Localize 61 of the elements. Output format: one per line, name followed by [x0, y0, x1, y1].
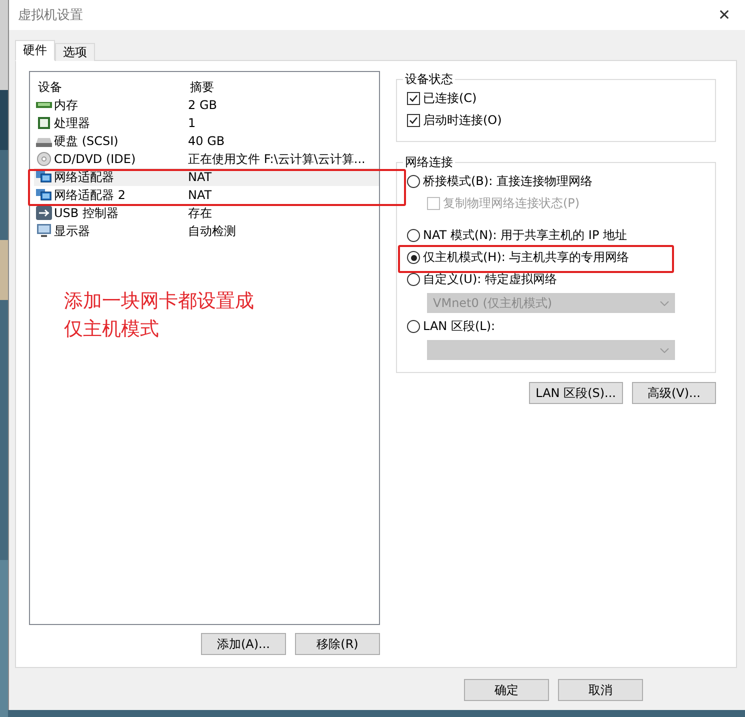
network-button[interactable]: 高级(V)... [632, 382, 716, 404]
chevron-icon [660, 348, 669, 352]
device-row[interactable]: CD/DVD (IDE) 正在使用文件 F:\云计算\云计算... [34, 150, 379, 168]
window-title: 虚拟机设置 [18, 7, 83, 24]
device-summary: 1 [188, 116, 196, 130]
usb-icon [36, 206, 52, 220]
list-button[interactable]: 添加(A)... [201, 633, 286, 655]
radio-label: NAT 模式(N): 用于共享主机的 IP 地址 [423, 227, 627, 244]
network-icon [36, 188, 52, 202]
radio-label: 自定义(U): 特定虚拟网络 [423, 271, 558, 288]
radio-button[interactable] [407, 273, 420, 286]
close-button[interactable]: ✕ [714, 6, 735, 24]
device-row[interactable]: 处理器 1 [34, 114, 379, 132]
disc-icon [36, 152, 52, 166]
annotation-note: 添加一块网卡都设置成 仅主机模式 [64, 289, 254, 342]
list-button[interactable]: 移除(R) [295, 633, 380, 655]
tab[interactable]: 选项 [55, 43, 95, 61]
network-icon [36, 170, 52, 184]
device-summary: 2 GB [188, 98, 217, 112]
device-summary: 40 GB [188, 134, 225, 148]
device-name: USB 控制器 [54, 204, 118, 222]
device-row[interactable]: 内存 2 GB [34, 96, 379, 114]
group-title: 网络连接 [404, 154, 454, 171]
device-name: 网络适配器 2 [54, 186, 126, 204]
device-summary: 存在 [188, 204, 212, 222]
radio-button[interactable] [407, 229, 420, 242]
column-header: 设备 [37, 78, 63, 96]
device-summary: NAT [188, 170, 212, 184]
radio-label: 桥接模式(B): 直接连接物理网络 [423, 173, 592, 190]
device-name: 处理器 [54, 114, 90, 132]
radio-button[interactable] [407, 175, 420, 188]
device-name: 显示器 [54, 222, 90, 240]
checkbox-label: 启动时连接(O) [423, 112, 502, 129]
device-name: CD/DVD (IDE) [54, 152, 136, 166]
device-name: 硬盘 (SCSI) [54, 132, 118, 150]
radio-button[interactable] [407, 251, 420, 264]
checkbox[interactable] [407, 114, 420, 127]
device-name: 内存 [54, 96, 78, 114]
column-header: 摘要 [189, 78, 215, 96]
tab[interactable]: 硬件 [15, 40, 55, 61]
monitor-icon [36, 224, 52, 238]
radio-label: LAN 区段(L): [423, 318, 496, 335]
checkbox-label: 复制物理网络连接状态(P) [443, 195, 580, 212]
device-summary: 正在使用文件 F:\云计算\云计算... [188, 150, 366, 168]
radio-label: 仅主机模式(H): 与主机共享的专用网络 [423, 249, 630, 266]
chevron-icon [660, 300, 669, 306]
device-row[interactable]: USB 控制器 存在 [34, 204, 379, 222]
group-title: 设备状态 [404, 71, 454, 88]
device-name: 网络适配器 [54, 168, 114, 186]
checkbox-label: 已连接(C) [423, 90, 477, 107]
network-button[interactable]: LAN 区段(S)... [528, 382, 623, 404]
device-summary: NAT [188, 188, 212, 202]
device-row[interactable]: 显示器 自动检测 [34, 222, 379, 240]
device-row[interactable]: 硬盘 (SCSI) 40 GB [34, 132, 379, 150]
chip-icon [36, 116, 52, 130]
dialog-button[interactable]: 确定 [464, 679, 549, 701]
radio-button[interactable] [407, 320, 420, 333]
device-summary: 自动检测 [188, 222, 236, 240]
device-row[interactable]: 网络适配器 2 NAT [34, 186, 379, 204]
dialog-button[interactable]: 取消 [558, 679, 643, 701]
checkbox[interactable] [407, 92, 420, 105]
